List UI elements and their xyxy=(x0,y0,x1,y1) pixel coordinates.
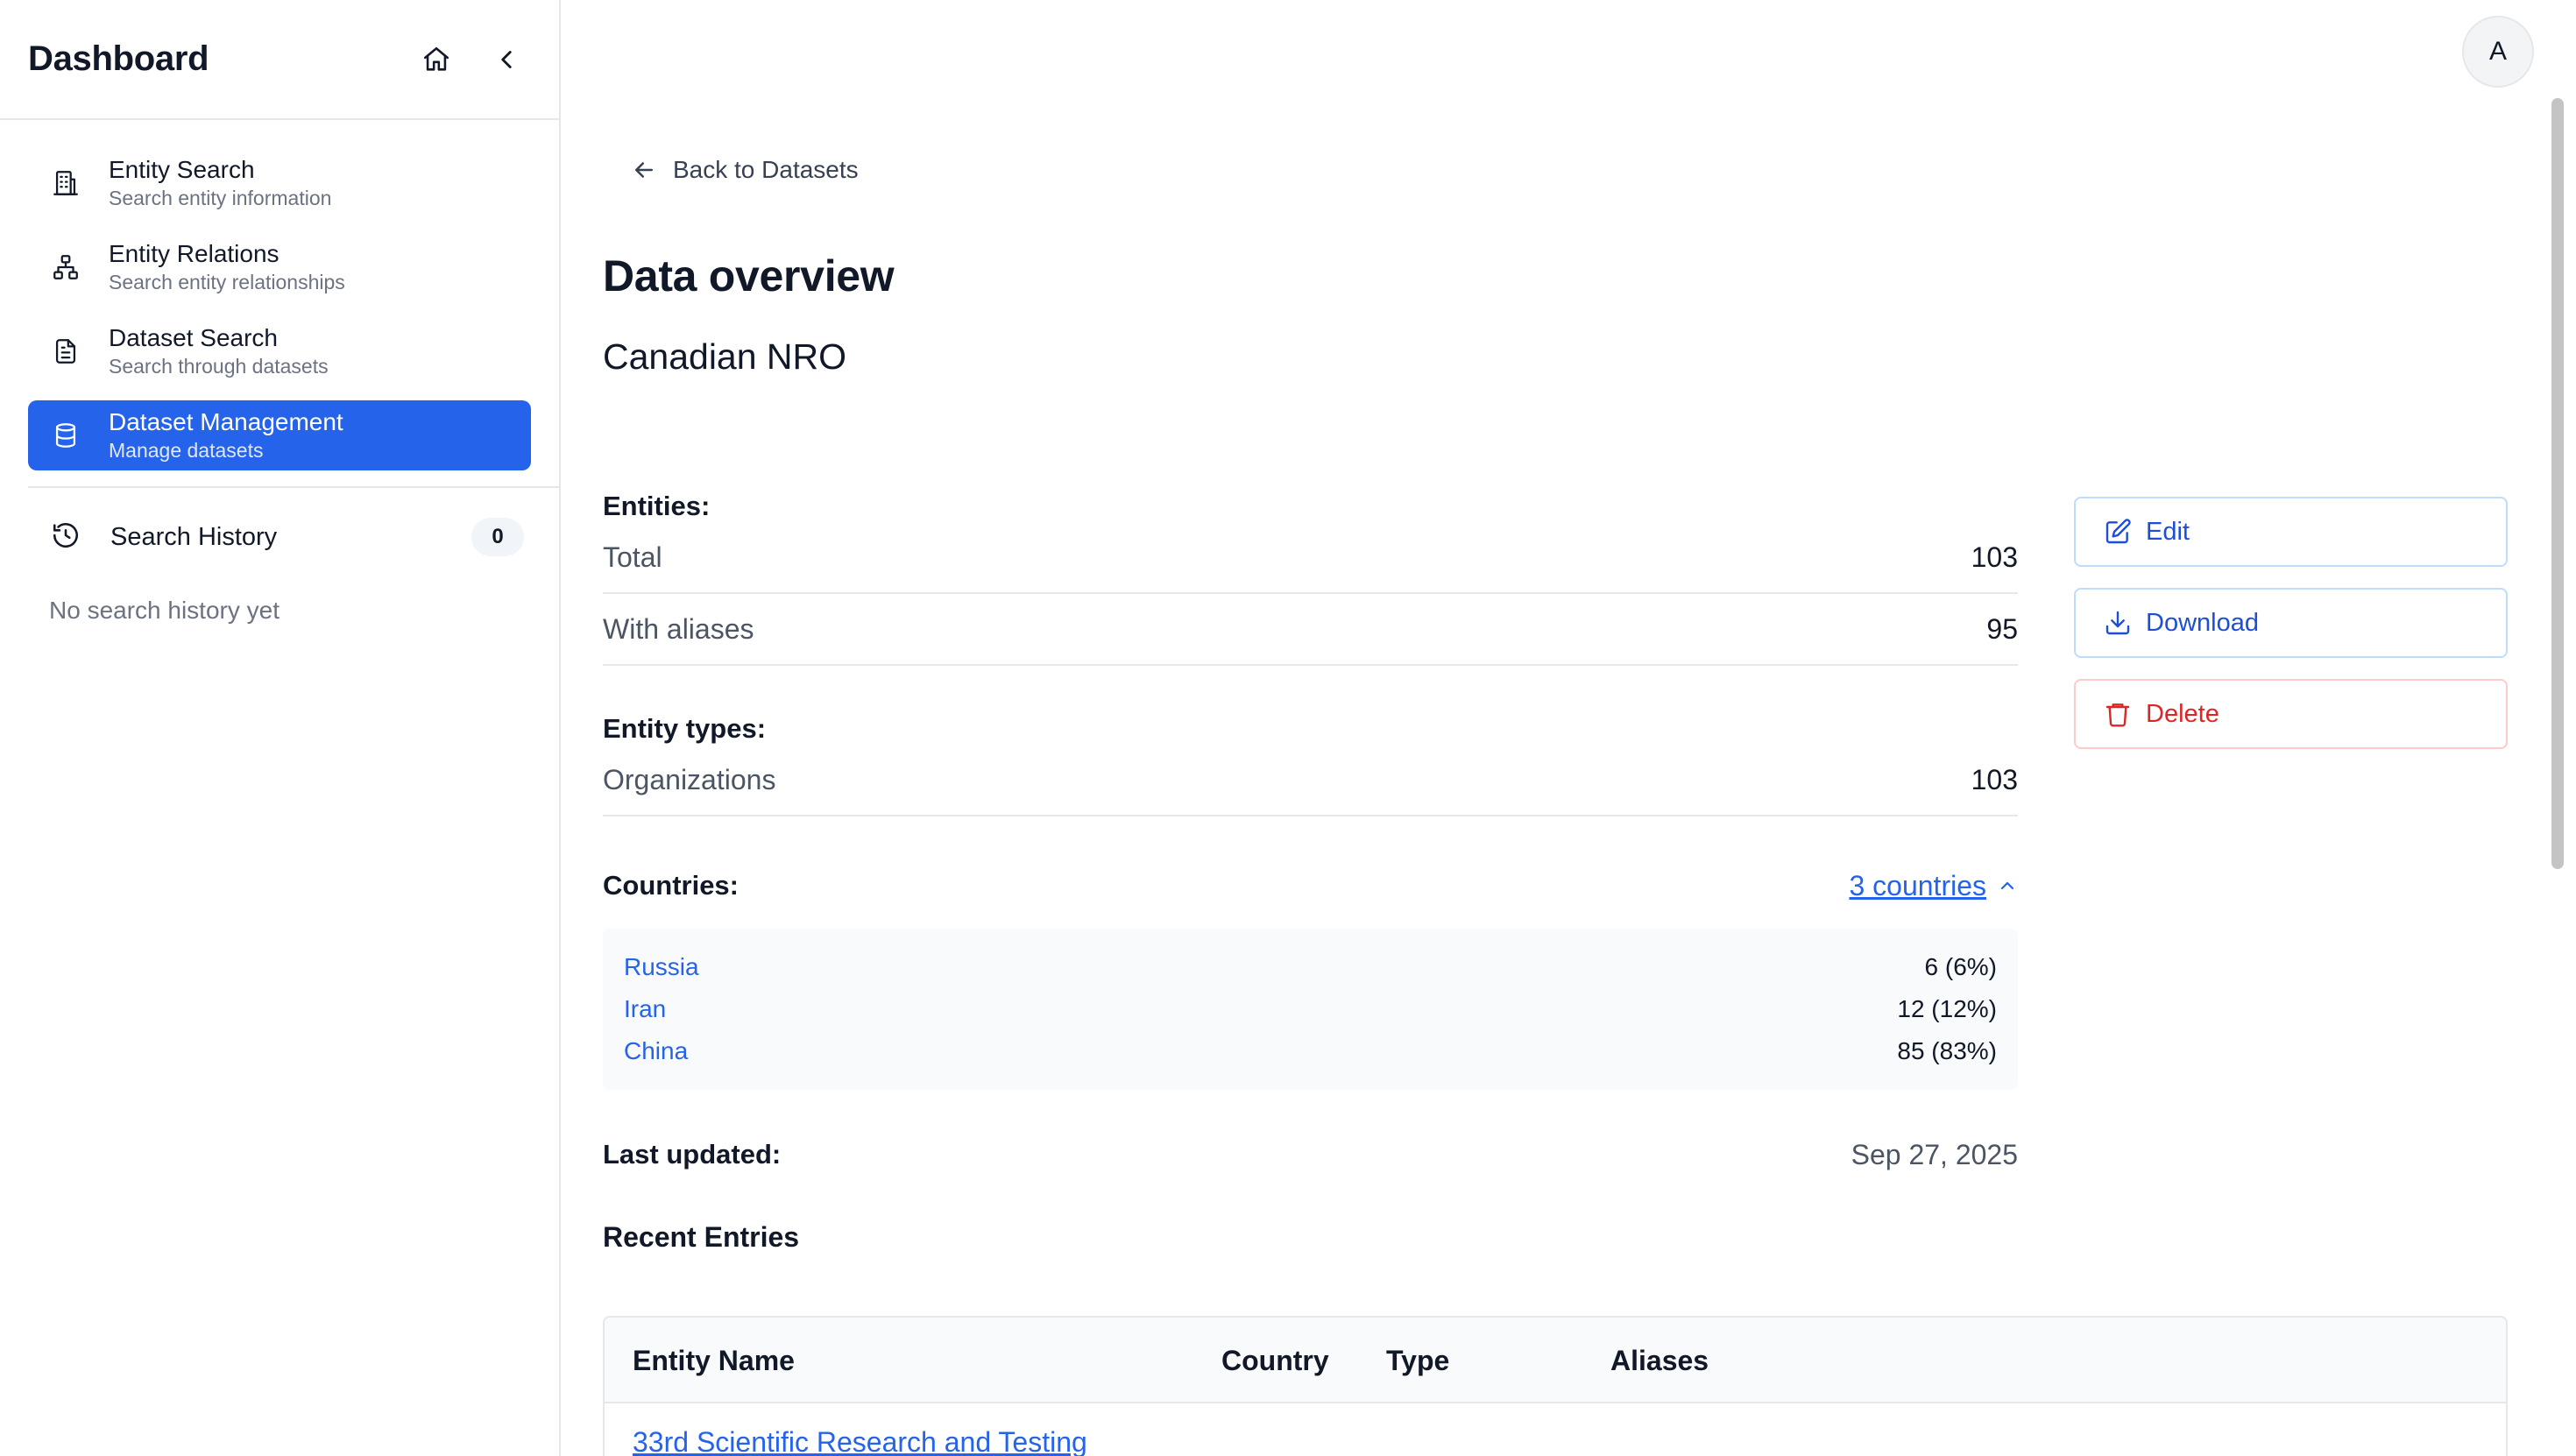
country-link-russia[interactable]: Russia xyxy=(624,953,699,981)
column-header-entity-name[interactable]: Entity Name xyxy=(633,1318,795,1403)
country-link-china[interactable]: China xyxy=(624,1037,688,1065)
arrow-left-icon xyxy=(635,162,653,178)
sidebar-item-subtitle: Search entity relationships xyxy=(109,271,345,293)
dataset-name: Canadian NRO xyxy=(603,336,847,377)
database-icon xyxy=(49,419,82,452)
country-link-iran[interactable]: Iran xyxy=(624,995,666,1023)
back-to-datasets-link[interactable]: Back to Datasets xyxy=(631,156,859,184)
delete-button[interactable]: Delete xyxy=(2074,679,2508,749)
stat-row-organizations: Organizations 103 xyxy=(603,745,2018,816)
sidebar-header: Dashboard xyxy=(0,0,559,120)
sidebar-item-subtitle: Search through datasets xyxy=(109,355,329,378)
table-header: Entity Name Country Type Aliases xyxy=(605,1318,2506,1403)
stat-row-with-aliases: With aliases 95 xyxy=(603,594,2018,666)
stat-value: 103 xyxy=(1971,541,2018,573)
chevron-up-icon xyxy=(2000,881,2014,890)
edit-icon xyxy=(2105,519,2131,544)
network-icon xyxy=(49,251,82,284)
collapse-sidebar-button[interactable] xyxy=(482,35,531,84)
column-header-aliases[interactable]: Aliases xyxy=(1610,1318,1709,1403)
country-count: 85 (83%) xyxy=(1897,1037,1997,1064)
sidebar-title: Dashboard xyxy=(28,39,209,78)
search-history-empty-text: No search history yet xyxy=(49,597,280,624)
countries-list: Russia 6 (6%) Iran 12 (12%) China 85 (83… xyxy=(603,929,2018,1090)
sidebar-item-label: Dataset Search xyxy=(109,324,278,351)
recent-entries-table: Entity Name Country Type Aliases 33rd Sc… xyxy=(603,1316,2508,1456)
building-icon xyxy=(49,166,82,200)
sidebar-item-label: Entity Relations xyxy=(109,240,280,267)
countries-heading: Countries: xyxy=(603,870,739,901)
sidebar-item-label: Entity Search xyxy=(109,156,255,183)
main-content: Back to Datasets Data overview Canadian … xyxy=(603,0,2508,1456)
table-row: 33rd Scientific Research and Testing xyxy=(605,1403,2506,1456)
delete-button-label: Delete xyxy=(2146,699,2219,728)
last-updated-label: Last updated: xyxy=(603,1139,782,1170)
app-root: Dashboard Entity Search Search entity in… xyxy=(0,0,2576,1456)
edit-button[interactable]: Edit xyxy=(2074,497,2508,567)
chevron-left-icon xyxy=(501,50,512,68)
stat-label: Total xyxy=(603,541,662,573)
history-icon xyxy=(51,520,84,554)
search-history-count-badge: 0 xyxy=(471,518,524,556)
search-history-toggle[interactable]: Search History 0 xyxy=(0,500,559,574)
countries-toggle-label: 3 countries xyxy=(1849,869,1986,901)
countries-toggle-link[interactable]: 3 countries xyxy=(1849,870,2018,902)
search-history-label: Search History xyxy=(110,522,278,551)
country-row: Russia 6 (6%) xyxy=(624,946,1997,988)
sidebar-item-subtitle: Manage datasets xyxy=(109,439,264,462)
stat-row-total: Total 103 xyxy=(603,522,2018,594)
country-row: China 85 (83%) xyxy=(624,1030,1997,1072)
entity-name-link[interactable]: 33rd Scientific Research and Testing xyxy=(633,1426,1087,1456)
download-button-label: Download xyxy=(2146,608,2259,637)
scrollbar-thumb[interactable] xyxy=(2551,98,2564,869)
stat-label: Organizations xyxy=(603,763,776,795)
download-button[interactable]: Download xyxy=(2074,588,2508,658)
stat-value: 95 xyxy=(1986,612,2018,645)
entities-heading: Entities: xyxy=(603,491,711,521)
stat-label: With aliases xyxy=(603,612,754,645)
countries-header: Countries: 3 countries xyxy=(603,855,2018,916)
trash-icon xyxy=(2105,703,2130,727)
last-updated-value: Sep 27, 2025 xyxy=(1851,1138,2018,1170)
last-updated-row: Last updated: Sep 27, 2025 xyxy=(603,1134,2018,1176)
sidebar-item-dataset-search[interactable]: Dataset Search Search through datasets xyxy=(28,316,531,386)
sidebar-item-dataset-management[interactable]: Dataset Management Manage datasets xyxy=(28,400,531,470)
country-count: 12 (12%) xyxy=(1897,995,1997,1022)
country-count: 6 (6%) xyxy=(1924,953,1997,980)
sidebar-divider xyxy=(28,486,561,488)
dataset-stats: Entities: Total 103 With aliases 95 Enti… xyxy=(603,491,2018,1254)
country-row: Iran 12 (12%) xyxy=(624,988,1997,1030)
edit-button-label: Edit xyxy=(2146,517,2190,546)
stat-value: 103 xyxy=(1971,763,2018,795)
sidebar-nav: Entity Search Search entity information … xyxy=(0,120,559,470)
sidebar-item-entity-relations[interactable]: Entity Relations Search entity relations… xyxy=(28,232,531,302)
back-link-label: Back to Datasets xyxy=(673,156,859,183)
sidebar: Dashboard Entity Search Search entity in… xyxy=(0,0,561,1456)
sidebar-item-label: Dataset Management xyxy=(109,408,343,435)
dataset-actions: Edit Download Delete xyxy=(2074,497,2508,770)
main-scrollbar[interactable] xyxy=(2548,98,2567,1456)
document-icon xyxy=(49,335,82,368)
download-icon xyxy=(2105,611,2130,635)
recent-entries-heading: Recent Entries xyxy=(603,1221,800,1253)
sidebar-item-entity-search[interactable]: Entity Search Search entity information xyxy=(28,148,531,218)
column-header-type[interactable]: Type xyxy=(1386,1318,1449,1403)
sidebar-item-subtitle: Search entity information xyxy=(109,187,332,209)
page-title: Data overview xyxy=(603,251,895,300)
column-header-country[interactable]: Country xyxy=(1221,1318,1329,1403)
entity-types-heading: Entity types: xyxy=(603,713,767,744)
home-icon[interactable] xyxy=(412,35,461,84)
